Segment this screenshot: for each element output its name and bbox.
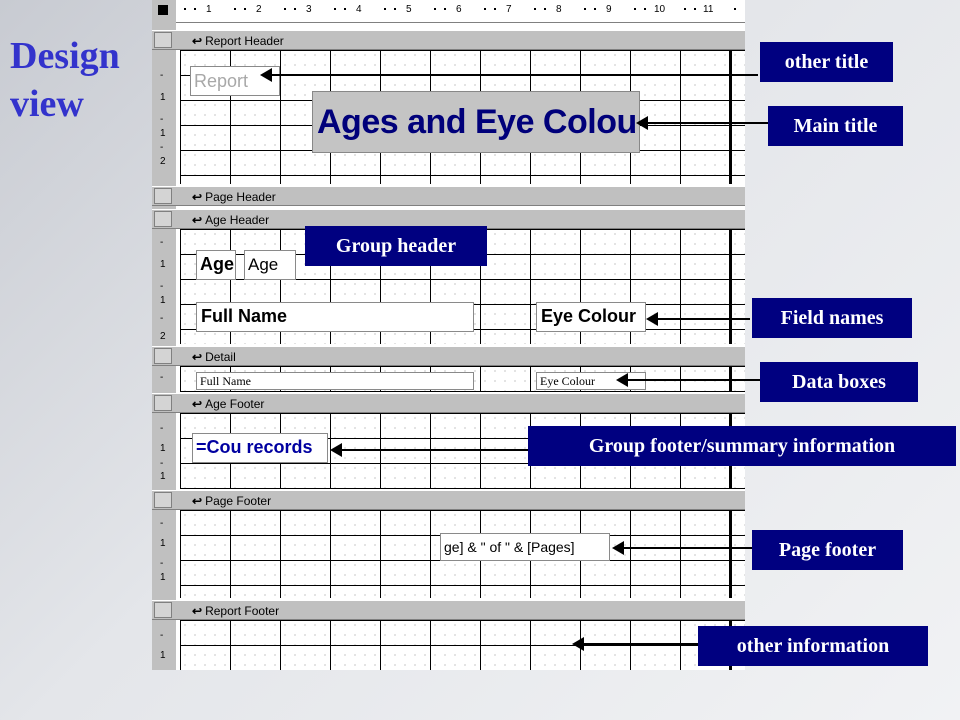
section-label: Report Header: [192, 34, 284, 48]
callout-data-boxes: Data boxes: [760, 362, 918, 402]
ruler-number: 6: [456, 4, 462, 15]
section-ruler: -: [152, 366, 176, 392]
section-label: Page Footer: [192, 494, 271, 508]
section-selector[interactable]: [154, 348, 172, 364]
section-ruler: - 1 - 1: [152, 510, 176, 598]
ruler-number: 2: [256, 4, 262, 15]
section-ruler: - 1: [152, 620, 176, 670]
slide-title-line2: view: [10, 83, 84, 125]
section-selector[interactable]: [154, 32, 172, 48]
ruler-number: 3: [306, 4, 312, 15]
detail-bar[interactable]: Detail: [152, 346, 745, 366]
report-width-marker: [729, 229, 732, 344]
ruler-number: 11: [703, 4, 714, 15]
arrow-left-icon: [636, 116, 776, 130]
section-ruler: - 1 - 1: [152, 413, 176, 489]
arrow-left-icon: [616, 373, 760, 387]
ruler-number: 1: [206, 4, 212, 15]
design-grid: [180, 620, 745, 670]
callout-other-information: other information: [698, 626, 928, 666]
report-design-window: 1 2 3 4 5 6 7 8 9 10 11 Report Header - …: [152, 0, 745, 670]
callout-main-title: Main title: [768, 106, 903, 146]
section-selector[interactable]: [154, 395, 172, 411]
section-ruler: - 1 - 1 - 2: [152, 50, 176, 184]
section-selector[interactable]: [154, 211, 172, 227]
section-selector[interactable]: [154, 602, 172, 618]
section-selector[interactable]: [154, 492, 172, 508]
section-label: Age Header: [192, 213, 269, 227]
section-label: Detail: [192, 350, 236, 364]
select-report-button[interactable]: [152, 0, 177, 23]
page-header-bar[interactable]: Page Header: [152, 186, 745, 206]
age-textbox-control[interactable]: Age: [244, 250, 296, 280]
full-name-label-control[interactable]: Full Name: [196, 302, 474, 332]
eye-colour-label-control[interactable]: Eye Colour: [536, 302, 646, 332]
age-footer-bar[interactable]: Age Footer: [152, 393, 745, 413]
ruler-number: 5: [406, 4, 412, 15]
arrow-left-icon: [572, 637, 698, 651]
section-selector[interactable]: [154, 188, 172, 204]
slide-title: Design view: [10, 32, 120, 128]
arrow-left-icon: [612, 541, 752, 555]
ruler-number: 4: [356, 4, 362, 15]
report-footer-bar[interactable]: Report Footer: [152, 600, 745, 620]
report-width-marker: [729, 510, 732, 598]
count-records-textbox-control[interactable]: =Cou records: [192, 433, 328, 463]
callout-group-footer: Group footer/summary information: [528, 426, 956, 466]
ruler-number: 9: [606, 4, 612, 15]
horizontal-ruler: 1 2 3 4 5 6 7 8 9 10 11: [176, 0, 745, 23]
slide-title-line1: Design: [10, 35, 120, 77]
page-number-textbox-control[interactable]: ge] & " of " & [Pages]: [440, 533, 610, 561]
section-label: Report Footer: [192, 604, 279, 618]
section-label: Page Header: [192, 190, 276, 204]
report-footer-section: - 1: [152, 620, 745, 670]
age-label-control[interactable]: Age: [196, 250, 236, 280]
eye-colour-textbox-control[interactable]: Eye Colour: [536, 372, 646, 390]
callout-page-footer: Page footer: [752, 530, 903, 570]
callout-field-names: Field names: [752, 298, 912, 338]
callout-group-header: Group header: [305, 226, 487, 266]
arrow-left-icon: [646, 312, 750, 326]
arrow-left-icon: [330, 443, 528, 457]
page-footer-bar[interactable]: Page Footer: [152, 490, 745, 510]
arrow-left-icon: [260, 68, 758, 82]
section-ruler: - 1 - 1 - 2: [152, 229, 176, 344]
full-name-textbox-control[interactable]: Full Name: [196, 372, 474, 390]
callout-other-title: other title: [760, 42, 893, 82]
section-label: Age Footer: [192, 397, 264, 411]
report-width-marker: [729, 50, 732, 184]
ruler-number: 8: [556, 4, 562, 15]
ruler-number: 10: [654, 4, 666, 15]
report-header-bar[interactable]: Report Header: [152, 30, 745, 50]
main-title-label-control[interactable]: Ages and Eye Colours: [312, 91, 640, 153]
ruler-number: 7: [506, 4, 512, 15]
